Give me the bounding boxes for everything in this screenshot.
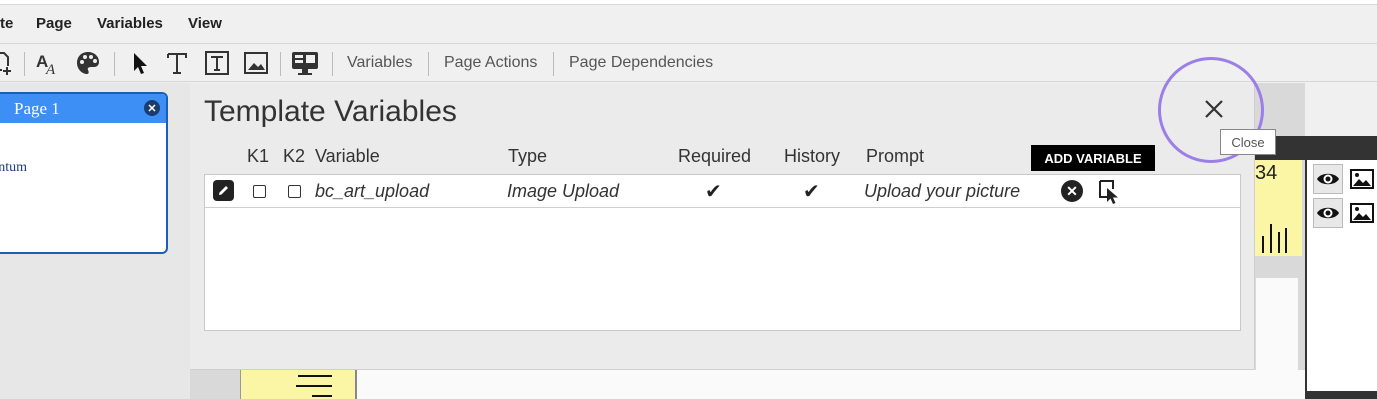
variables-link[interactable]: Variables [347,54,413,72]
pages-panel: Page 1 ✕ antum [0,83,190,399]
menu-item-page[interactable]: Page [36,15,72,32]
font-style-icon[interactable]: AA [35,50,61,76]
select-cursor-icon[interactable] [1098,179,1122,205]
guide-mark [312,395,332,397]
svg-text:A: A [45,62,56,76]
toolbar-separator [24,52,25,76]
guide-mark [1278,232,1280,253]
edit-pencil-icon[interactable] [213,180,234,201]
remove-page-icon[interactable]: ✕ [144,100,160,116]
toolbar-separator [553,52,554,76]
k1-checkbox[interactable] [253,185,266,198]
guide-mark [298,375,332,377]
guide-mark [296,385,332,387]
close-icon[interactable] [1201,96,1227,122]
menu-item-variables[interactable]: Variables [97,15,163,32]
table-row: bc_art_upload Image Upload ✔ ✔ Upload yo… [205,175,1240,208]
column-header-variable: Variable [315,146,380,166]
toolbar-separator [280,52,281,76]
page-dependencies-link[interactable]: Page Dependencies [569,54,713,72]
page-thumbnail-label: Page 1 [14,98,60,118]
dialog-title: Template Variables [204,95,457,128]
page-thumbnail-text: antum [0,160,27,175]
page-thumbnail-header: Page 1 [0,94,166,123]
column-header-type: Type [508,146,548,166]
delete-variable-icon[interactable]: ✕ [1061,180,1083,202]
canvas-number-text: 34 [1255,162,1278,184]
visibility-toggle-eye-icon[interactable] [1313,198,1343,228]
page-actions-link[interactable]: Page Actions [444,54,537,72]
template-variables-dialog: Template Variables K1 K2 Variable Type R… [190,83,1255,370]
prompt-cell: Upload your picture [864,181,1021,201]
required-check-icon: ✔ [705,181,722,203]
close-tooltip: Close [1220,129,1276,155]
toolbar-separator [114,52,115,76]
guide-mark [1285,228,1287,253]
toolbar-separator [332,52,333,76]
menu-item-template[interactable]: te [0,15,13,32]
visibility-toggle-eye-icon[interactable] [1313,164,1343,194]
add-page-icon[interactable] [0,50,16,76]
preview-monitor-icon[interactable] [291,50,319,76]
image-layer-icon[interactable] [1349,166,1375,192]
palette-icon[interactable] [75,50,101,76]
menu-bar: te Page Variables View [0,5,1377,44]
k2-checkbox[interactable] [288,185,301,198]
variable-name-cell: bc_art_upload [315,181,430,201]
canvas-page-surface [355,370,1305,399]
toolbar-separator [428,52,429,76]
history-check-icon: ✔ [803,181,820,203]
variable-type-cell: Image Upload [507,181,620,201]
image-tool-icon[interactable] [243,50,269,76]
layers-panel-header [1307,136,1377,160]
add-variable-button[interactable]: ADD VARIABLE [1031,145,1155,171]
image-layer-icon[interactable] [1349,200,1375,226]
guide-mark [1262,236,1264,253]
column-header-k1: K1 [247,146,270,166]
guide-mark [1270,224,1272,253]
canvas-guide-strip [240,370,355,399]
column-header-history: History [784,146,841,166]
layers-panel-footer [1307,391,1377,399]
menu-item-view[interactable]: View [188,15,222,32]
text-tool-icon[interactable] [164,50,190,76]
variables-table: bc_art_upload Image Upload ✔ ✔ Upload yo… [204,174,1241,331]
layers-panel [1305,136,1377,399]
column-header-required: Required [678,146,752,166]
column-header-k2: K2 [283,146,306,166]
column-header-prompt: Prompt [866,146,925,166]
canvas-page-surface-right [1256,278,1298,399]
text-box-icon[interactable] [204,50,230,76]
page-thumbnail[interactable]: Page 1 ✕ antum [0,92,168,254]
pointer-icon[interactable] [128,50,150,76]
